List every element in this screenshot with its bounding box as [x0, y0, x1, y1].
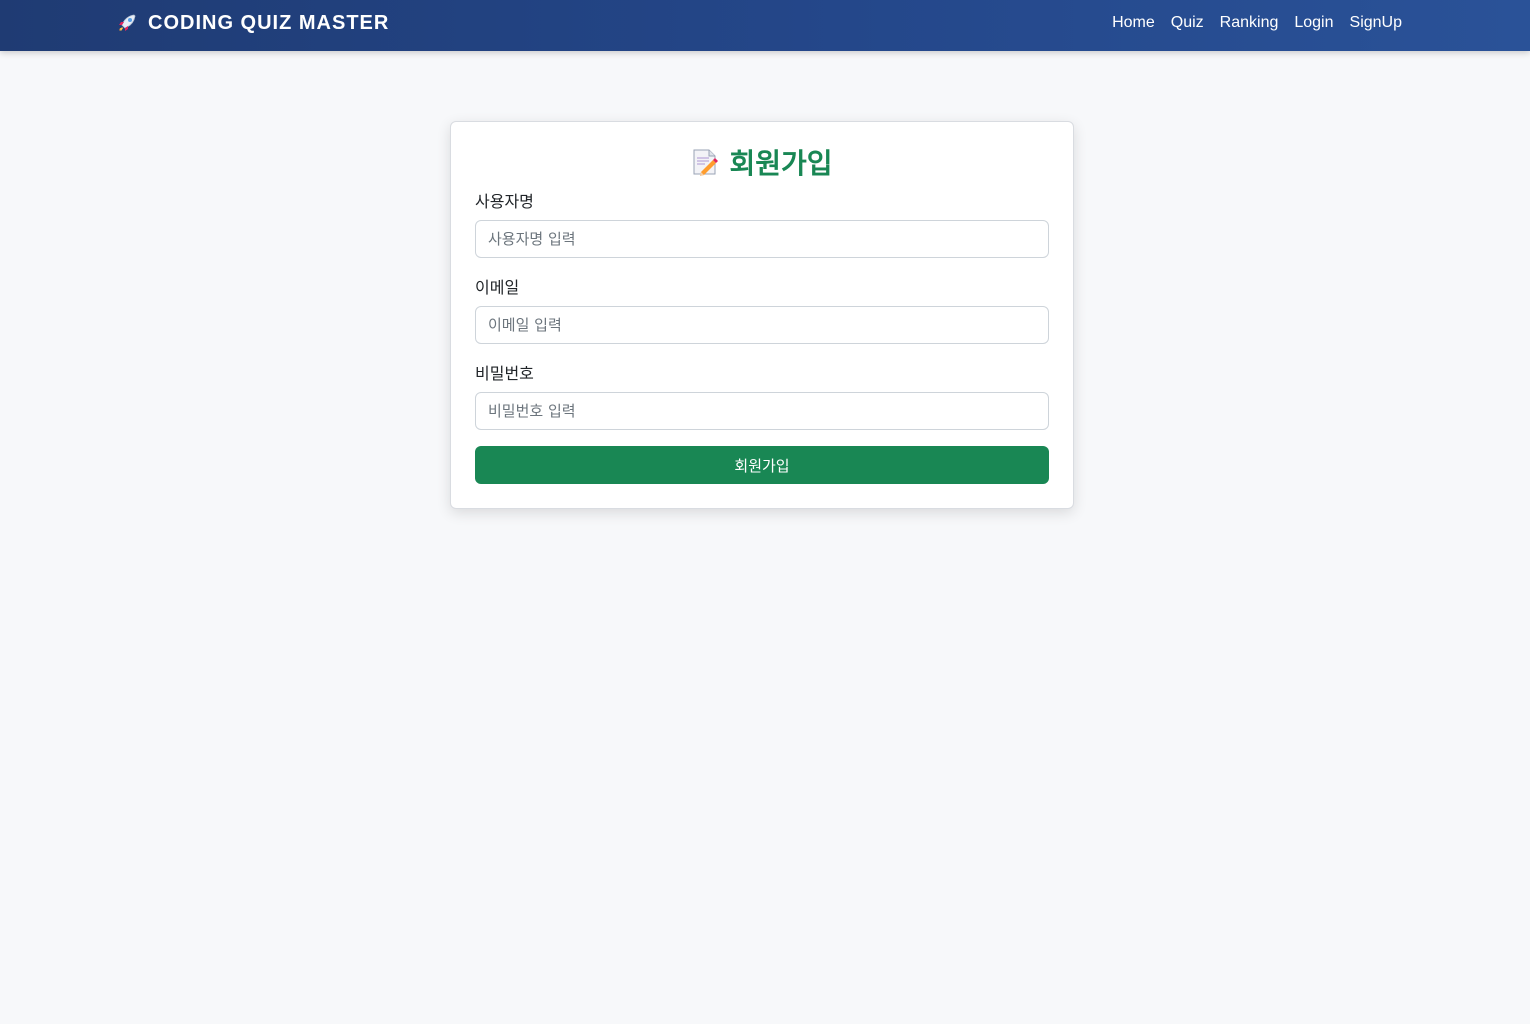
signup-submit-button[interactable]: 회원가입 — [475, 446, 1049, 484]
brand-link[interactable]: CODING QUIZ MASTER — [116, 0, 389, 46]
username-label: 사용자명 — [475, 192, 534, 211]
password-input[interactable] — [475, 392, 1049, 430]
username-input[interactable] — [475, 220, 1049, 258]
nav-links: Home Quiz Ranking Login SignUp — [1112, 0, 1402, 45]
nav-link-ranking[interactable]: Ranking — [1220, 14, 1279, 32]
signup-form-card: 회원가입 사용자명 이메일 비밀번호 회원가입 — [450, 121, 1074, 509]
rocket-icon — [116, 12, 138, 34]
nav-link-quiz[interactable]: Quiz — [1171, 14, 1204, 32]
brand-title: CODING QUIZ MASTER — [148, 11, 390, 34]
email-input[interactable] — [475, 306, 1049, 344]
page-title: 회원가입 — [729, 147, 833, 180]
top-navbar: CODING QUIZ MASTER Home Quiz Ranking Log… — [0, 0, 1530, 51]
signup-title: 회원가입 — [451, 142, 1073, 182]
nav-link-signup[interactable]: SignUp — [1350, 14, 1402, 32]
nav-link-login[interactable]: Login — [1294, 14, 1333, 32]
email-label: 이메일 — [475, 278, 520, 297]
nav-link-home[interactable]: Home — [1112, 14, 1155, 32]
password-label: 비밀번호 — [475, 364, 534, 383]
memo-pencil-icon — [691, 147, 719, 177]
